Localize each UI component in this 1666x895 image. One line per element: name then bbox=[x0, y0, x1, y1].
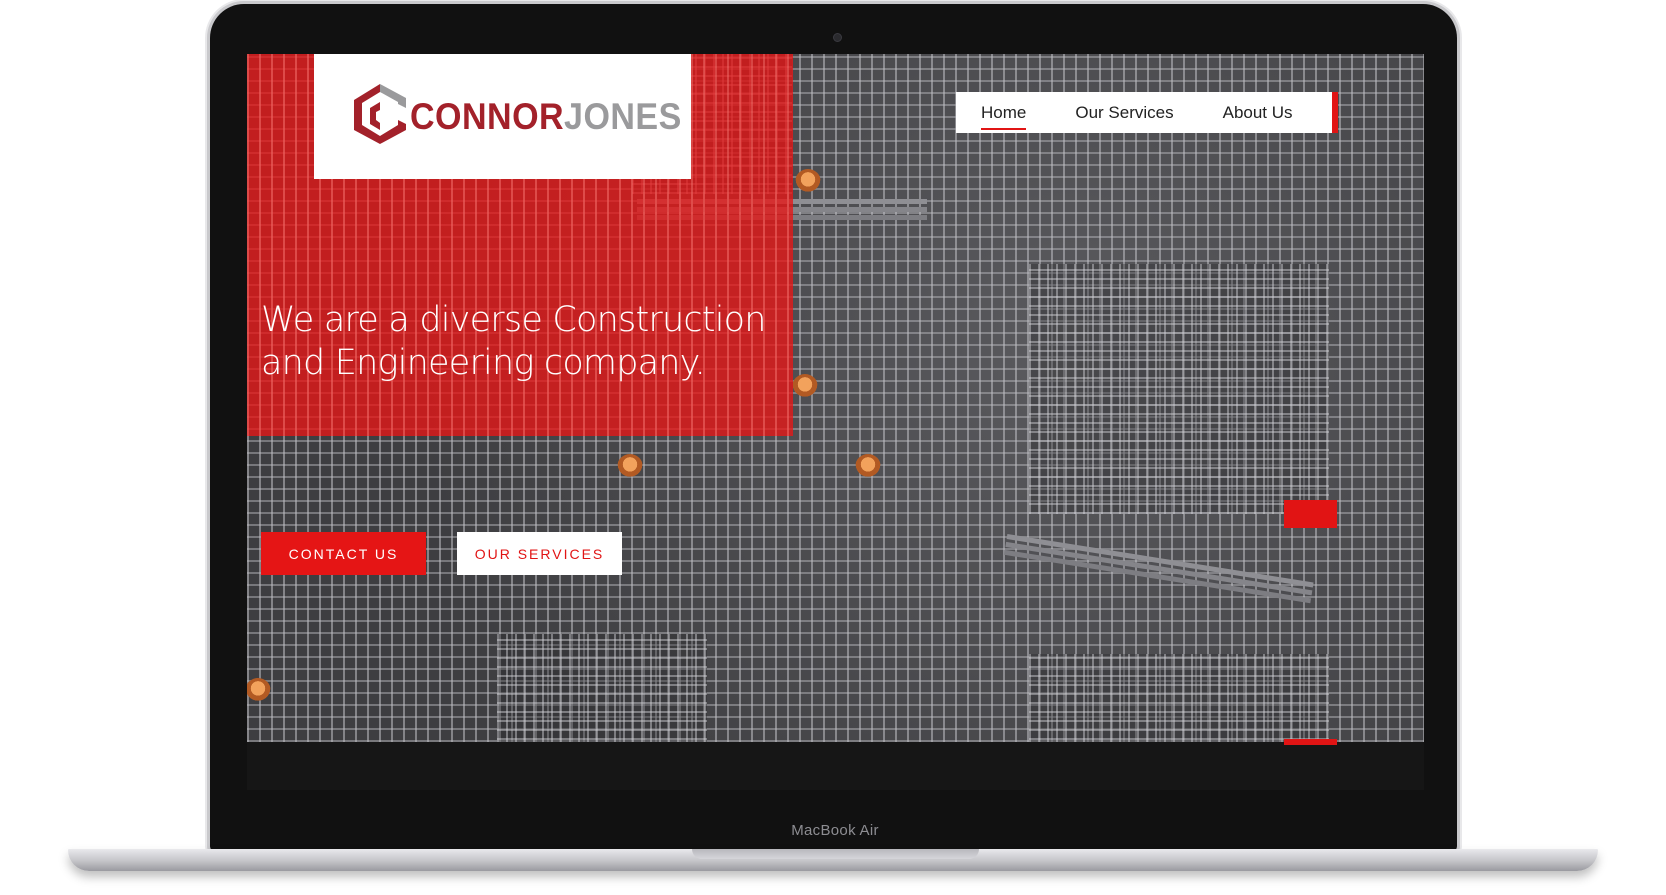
device-label: MacBook Air bbox=[791, 822, 879, 839]
contact-us-button[interactable]: CONTACT US bbox=[261, 532, 426, 575]
main-nav: Home Our Services About Us bbox=[956, 92, 1335, 133]
nav-item-about-us[interactable]: About Us bbox=[1223, 103, 1293, 123]
website-screen: CONNORJONES Home Our Services About Us W… bbox=[247, 54, 1424, 790]
our-services-button[interactable]: OUR SERVICES bbox=[457, 532, 622, 575]
logo-wordmark: CONNORJONES bbox=[410, 96, 682, 138]
bottom-accent-tab bbox=[1284, 739, 1337, 745]
worker-figure bbox=[795, 169, 821, 195]
hero-headline-line2: and Engineering company. bbox=[261, 343, 706, 383]
laptop-hinge-notch bbox=[692, 849, 979, 859]
logo-mark-icon bbox=[354, 84, 406, 144]
worker-figure bbox=[855, 454, 881, 480]
nav-item-our-services[interactable]: Our Services bbox=[1075, 103, 1173, 123]
logo-text-first: CONNOR bbox=[410, 96, 565, 137]
screen-bottom-bezel bbox=[247, 742, 1424, 790]
hero-headline-line1: We are a diverse Construction bbox=[261, 300, 766, 340]
logo-text-second: JONES bbox=[564, 96, 682, 137]
nav-item-home[interactable]: Home bbox=[981, 103, 1027, 130]
hero-headline: We are a diverse Construction and Engine… bbox=[261, 299, 821, 385]
worker-figure bbox=[617, 454, 643, 480]
nav-accent-bar bbox=[1332, 92, 1338, 133]
rebar-grid-patch bbox=[1029, 264, 1329, 514]
camera-icon bbox=[833, 33, 842, 42]
side-scroll-tab[interactable] bbox=[1284, 500, 1337, 528]
site-logo[interactable]: CONNORJONES bbox=[314, 54, 691, 179]
